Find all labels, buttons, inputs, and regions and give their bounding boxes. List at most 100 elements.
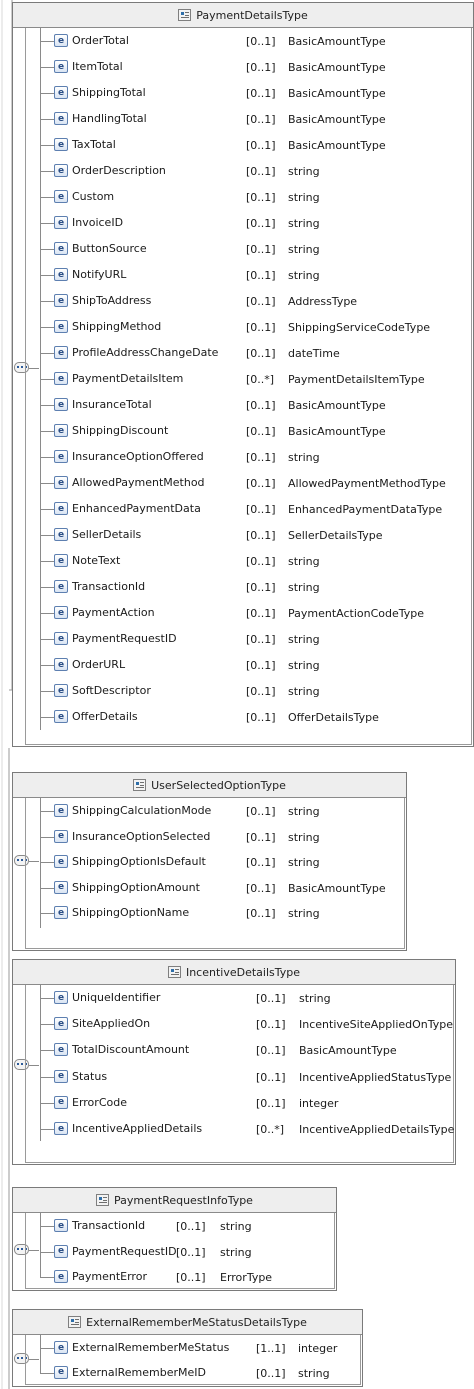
element-row[interactable]: e ShippingDiscount [0..1] BasicAmountType xyxy=(26,418,471,444)
element-row[interactable]: e SiteAppliedOn [0..1] IncentiveSiteApplied… xyxy=(26,1011,453,1037)
element-row[interactable]: e ProfileAddressChangeDate [0..1] dateTime xyxy=(26,340,471,366)
element-icon: e xyxy=(54,476,68,489)
element-row[interactable]: e ShippingOptionIsDefault [0..1] string xyxy=(26,849,404,875)
element-node: e UniqueIdentifier xyxy=(54,991,160,1004)
element-row[interactable]: e NotifyURL [0..1] string xyxy=(26,262,471,288)
element-name: NoteText xyxy=(72,554,121,567)
element-node: e ExternalRememberMeStatus xyxy=(54,1341,229,1354)
element-row[interactable]: e ExternalRememberMeStatus [1..1] integer xyxy=(26,1335,360,1361)
element-row[interactable]: e TransactionId [0..1] string xyxy=(26,574,471,600)
element-node: e OrderDescription xyxy=(54,164,166,177)
element-connector xyxy=(40,119,54,120)
element-type: string xyxy=(288,217,320,230)
element-type: PaymentDetailsItemType xyxy=(288,373,425,386)
element-connector xyxy=(40,836,54,838)
element-row[interactable]: e OrderURL [0..1] string xyxy=(26,652,471,678)
element-row[interactable]: e Status [0..1] IncentiveAppliedStatusType xyxy=(26,1064,453,1090)
element-row[interactable]: e TaxTotal [0..1] BasicAmountType xyxy=(26,132,471,158)
element-type: string xyxy=(288,165,320,178)
element-row[interactable]: e TransactionId [0..1] string xyxy=(26,1213,334,1239)
element-row[interactable]: e ShippingCalculationMode [0..1] string xyxy=(26,798,404,824)
element-type: AddressType xyxy=(288,295,358,308)
element-row[interactable]: e ExternalRememberMeID [0..1] string xyxy=(26,1360,360,1386)
element-connector xyxy=(40,1226,54,1227)
element-type: string xyxy=(288,856,320,870)
element-node: e TransactionId xyxy=(54,580,145,593)
element-row[interactable]: e SellerDetails [0..1] SellerDetailsType xyxy=(26,522,471,548)
element-row[interactable]: e PaymentRequestID [0..1] string xyxy=(26,626,471,652)
element-type: string xyxy=(288,581,320,594)
element-row[interactable]: e ShippingMethod [0..1] ShippingServiceCode… xyxy=(26,314,471,340)
element-icon: e xyxy=(54,804,68,817)
element-icon: e xyxy=(54,86,68,99)
element-name: ShippingTotal xyxy=(72,86,146,99)
element-name: AllowedPaymentMethod xyxy=(72,476,205,489)
element-row[interactable]: e NoteText [0..1] string xyxy=(26,548,471,574)
element-type: ShippingServiceCodeType xyxy=(288,321,431,334)
element-icon: e xyxy=(54,1365,68,1379)
element-row[interactable]: e InvoiceID [0..1] string xyxy=(26,210,471,236)
element-connector xyxy=(40,1129,54,1130)
element-icon: e xyxy=(54,372,68,385)
element-type: string xyxy=(288,633,320,646)
element-row[interactable]: e PaymentError [0..1] ErrorType xyxy=(26,1264,334,1290)
type-box-payment-details: PaymentDetailsType e OrderTotal [0..1] Basi… xyxy=(12,2,474,747)
element-name: ShippingDiscount xyxy=(72,424,169,437)
element-node: e SoftDescriptor xyxy=(54,684,151,697)
element-row[interactable]: e ButtonSource [0..1] string xyxy=(26,236,471,262)
element-row[interactable]: e ShipToAddress [0..1] AddressType xyxy=(26,288,471,314)
element-row[interactable]: e OrderDescription [0..1] string xyxy=(26,158,471,184)
complex-type-icon xyxy=(96,1194,110,1206)
element-list: e ShippingCalculationMode [0..1] string e Ins… xyxy=(25,797,405,949)
element-node: e ErrorCode xyxy=(54,1095,127,1109)
element-row[interactable]: e InsuranceTotal [0..1] BasicAmountType xyxy=(26,392,471,418)
element-list: e TransactionId [0..1] string e PaymentReques… xyxy=(25,1212,335,1290)
element-row[interactable]: e PaymentAction [0..1] PaymentActionCodeTyp… xyxy=(26,600,471,626)
element-cardinality: [0..1] xyxy=(246,139,276,152)
element-type: BasicAmountType xyxy=(288,35,386,48)
element-cardinality: [0..1] xyxy=(246,659,276,672)
element-type: BasicAmountType xyxy=(288,61,386,74)
element-node: e InsuranceTotal xyxy=(54,398,152,411)
element-connector xyxy=(40,535,54,536)
element-row[interactable]: e UniqueIdentifier [0..1] string xyxy=(26,985,453,1011)
element-row[interactable]: e OfferDetails [0..1] OfferDetailsType xyxy=(26,704,471,730)
element-row[interactable]: e IncentiveAppliedDetails [0..*] IncentiveA… xyxy=(26,1116,454,1142)
type-box-user-selected-option: UserSelectedOptionType e ShippingCalculat… xyxy=(12,772,407,951)
type-box-header: ExternalRememberMeStatusDetailsType xyxy=(13,1310,362,1335)
element-connector xyxy=(40,887,54,889)
element-row[interactable]: e AllowedPaymentMethod [0..1] AllowedPaymen… xyxy=(26,470,471,496)
element-row[interactable]: e PaymentDetailsItem [0..*] PaymentDetailsI… xyxy=(26,366,471,392)
element-list: e OrderTotal [0..1] BasicAmountType e ItemTot… xyxy=(25,27,472,745)
element-row[interactable]: e ShippingTotal [0..1] BasicAmountType xyxy=(26,80,471,106)
element-icon: e xyxy=(54,632,68,645)
element-connector xyxy=(40,41,54,42)
element-row[interactable]: e ItemTotal [0..1] BasicAmountType xyxy=(26,54,471,80)
element-type: PaymentActionCodeType xyxy=(288,607,425,620)
element-type: BasicAmountType xyxy=(299,1044,397,1058)
type-box-title: IncentiveDetailsType xyxy=(185,965,301,979)
element-cardinality: [0..1] xyxy=(246,633,276,646)
element-name: ShippingOptionAmount xyxy=(72,880,200,894)
element-row[interactable]: e OrderTotal [0..1] BasicAmountType xyxy=(26,28,471,54)
element-row[interactable]: e ShippingOptionAmount [0..1] BasicAmountTy… xyxy=(26,875,404,901)
element-row[interactable]: e PaymentRequestID [0..1] string xyxy=(26,1239,334,1265)
element-row[interactable]: e ErrorCode [0..1] integer xyxy=(26,1090,453,1116)
element-connector xyxy=(40,353,54,354)
element-connector xyxy=(40,171,54,172)
element-connector xyxy=(40,275,54,276)
element-cardinality: [0..1] xyxy=(246,581,276,594)
element-row[interactable]: e EnhancedPaymentData [0..1] EnhancedPaymen… xyxy=(26,496,471,522)
element-cardinality: [0..1] xyxy=(246,529,276,542)
element-row[interactable]: e InsuranceOptionSelected [0..1] string xyxy=(26,824,404,850)
element-name: PaymentRequestID xyxy=(72,632,177,645)
element-row[interactable]: e InsuranceOptionOffered [0..1] string xyxy=(26,444,471,470)
element-icon: e xyxy=(54,991,68,1004)
element-row[interactable]: e Custom [0..1] string xyxy=(26,184,471,210)
element-row[interactable]: e SoftDescriptor [0..1] string xyxy=(26,678,471,704)
element-row[interactable]: e ShippingOptionName [0..1] string xyxy=(26,900,404,926)
element-row[interactable]: e HandlingTotal [0..1] BasicAmountType xyxy=(26,106,471,132)
element-row[interactable]: e TotalDiscountAmount [0..1] BasicAmountTyp… xyxy=(26,1037,453,1063)
element-type: BasicAmountType xyxy=(288,87,386,100)
element-cardinality: [0..1] xyxy=(246,35,276,48)
